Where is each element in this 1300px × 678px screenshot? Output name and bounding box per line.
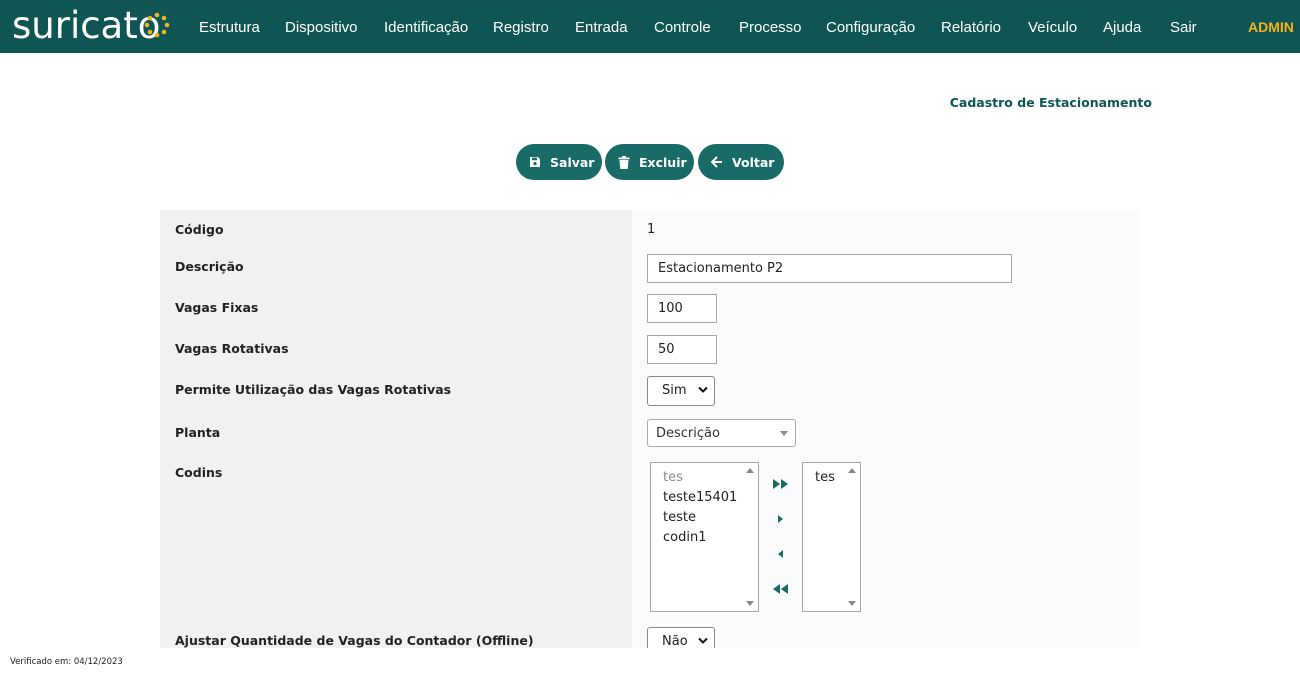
- ajustar-contador-label: Ajustar Quantidade de Vagas do Contador …: [175, 633, 534, 648]
- chevron-down-icon: [698, 386, 708, 393]
- user-admin-label[interactable]: ADMIN: [1248, 0, 1294, 53]
- ajustar-contador-value: Não: [662, 634, 688, 648]
- list-item[interactable]: tes: [663, 470, 683, 485]
- permite-rotativas-select[interactable]: Sim: [647, 376, 715, 406]
- move-all-right-icon[interactable]: [772, 478, 790, 490]
- codins-available-list[interactable]: tes teste15401 teste codin1: [650, 462, 759, 612]
- nav-registro[interactable]: Registro: [493, 0, 549, 53]
- top-navbar: suricato Estrutura Dispositivo Identific…: [0, 0, 1300, 53]
- back-button-label: Voltar: [732, 154, 775, 170]
- back-button[interactable]: Voltar: [698, 144, 784, 180]
- chevron-down-icon: [698, 637, 708, 644]
- save-button-label: Salvar: [550, 154, 595, 170]
- scroll-up-icon[interactable]: [746, 468, 754, 473]
- nav-identificacao[interactable]: Identificação: [384, 0, 468, 53]
- trash-icon: [618, 155, 630, 169]
- vagas-fixas-input[interactable]: 100: [647, 294, 717, 323]
- nav-relatorio[interactable]: Relatório: [941, 0, 1001, 53]
- logo-text: suricato: [12, 4, 161, 47]
- nav-controle[interactable]: Controle: [654, 0, 711, 53]
- descricao-label: Descrição: [175, 259, 244, 274]
- list-item[interactable]: teste15401: [663, 490, 737, 505]
- codigo-value: 1: [647, 222, 656, 237]
- verified-date-note: Verificado em: 04/12/2023: [10, 657, 123, 667]
- form-labels-panel: [160, 210, 632, 648]
- planta-dropdown[interactable]: Descrição: [647, 419, 796, 447]
- save-button[interactable]: Salvar: [516, 144, 602, 180]
- vagas-rotativas-label: Vagas Rotativas: [175, 341, 289, 356]
- delete-button[interactable]: Excluir: [605, 144, 694, 180]
- vagas-fixas-label: Vagas Fixas: [175, 300, 259, 315]
- list-item[interactable]: teste: [663, 510, 696, 525]
- delete-button-label: Excluir: [639, 154, 687, 170]
- nav-sair[interactable]: Sair: [1170, 0, 1197, 53]
- permite-rotativas-label: Permite Utilização das Vagas Rotativas: [175, 382, 452, 397]
- list-item[interactable]: tes: [815, 470, 835, 485]
- nav-dispositivo[interactable]: Dispositivo: [285, 0, 358, 53]
- codigo-label: Código: [175, 222, 224, 237]
- nav-entrada[interactable]: Entrada: [575, 0, 628, 53]
- move-all-left-icon[interactable]: [772, 583, 790, 595]
- nav-ajuda[interactable]: Ajuda: [1103, 0, 1141, 53]
- save-icon: [530, 157, 540, 167]
- planta-value: Descrição: [656, 426, 720, 441]
- planta-label: Planta: [175, 425, 221, 440]
- codins-selected-list[interactable]: tes: [802, 462, 861, 612]
- scroll-up-icon[interactable]: [848, 468, 856, 473]
- permite-rotativas-value: Sim: [662, 383, 687, 398]
- move-right-icon[interactable]: [777, 514, 784, 524]
- move-left-icon[interactable]: [777, 549, 784, 559]
- page-title: Cadastro de Estacionamento: [949, 95, 1152, 110]
- vagas-rotativas-input[interactable]: 50: [647, 335, 717, 364]
- nav-processo[interactable]: Processo: [739, 0, 802, 53]
- nav-veiculo[interactable]: Veículo: [1028, 0, 1077, 53]
- nav-configuracao[interactable]: Configuração: [826, 0, 915, 53]
- list-item[interactable]: codin1: [663, 530, 706, 545]
- descricao-input[interactable]: Estacionamento P2: [647, 254, 1012, 283]
- codins-label: Codins: [175, 465, 223, 480]
- scroll-down-icon[interactable]: [746, 601, 754, 606]
- scroll-down-icon[interactable]: [848, 601, 856, 606]
- nav-estrutura[interactable]: Estrutura: [199, 0, 260, 53]
- logo-dots-icon: [144, 12, 170, 38]
- ajustar-contador-select[interactable]: Não: [647, 627, 715, 648]
- arrow-left-icon: [711, 156, 722, 168]
- caret-down-icon: [780, 431, 788, 436]
